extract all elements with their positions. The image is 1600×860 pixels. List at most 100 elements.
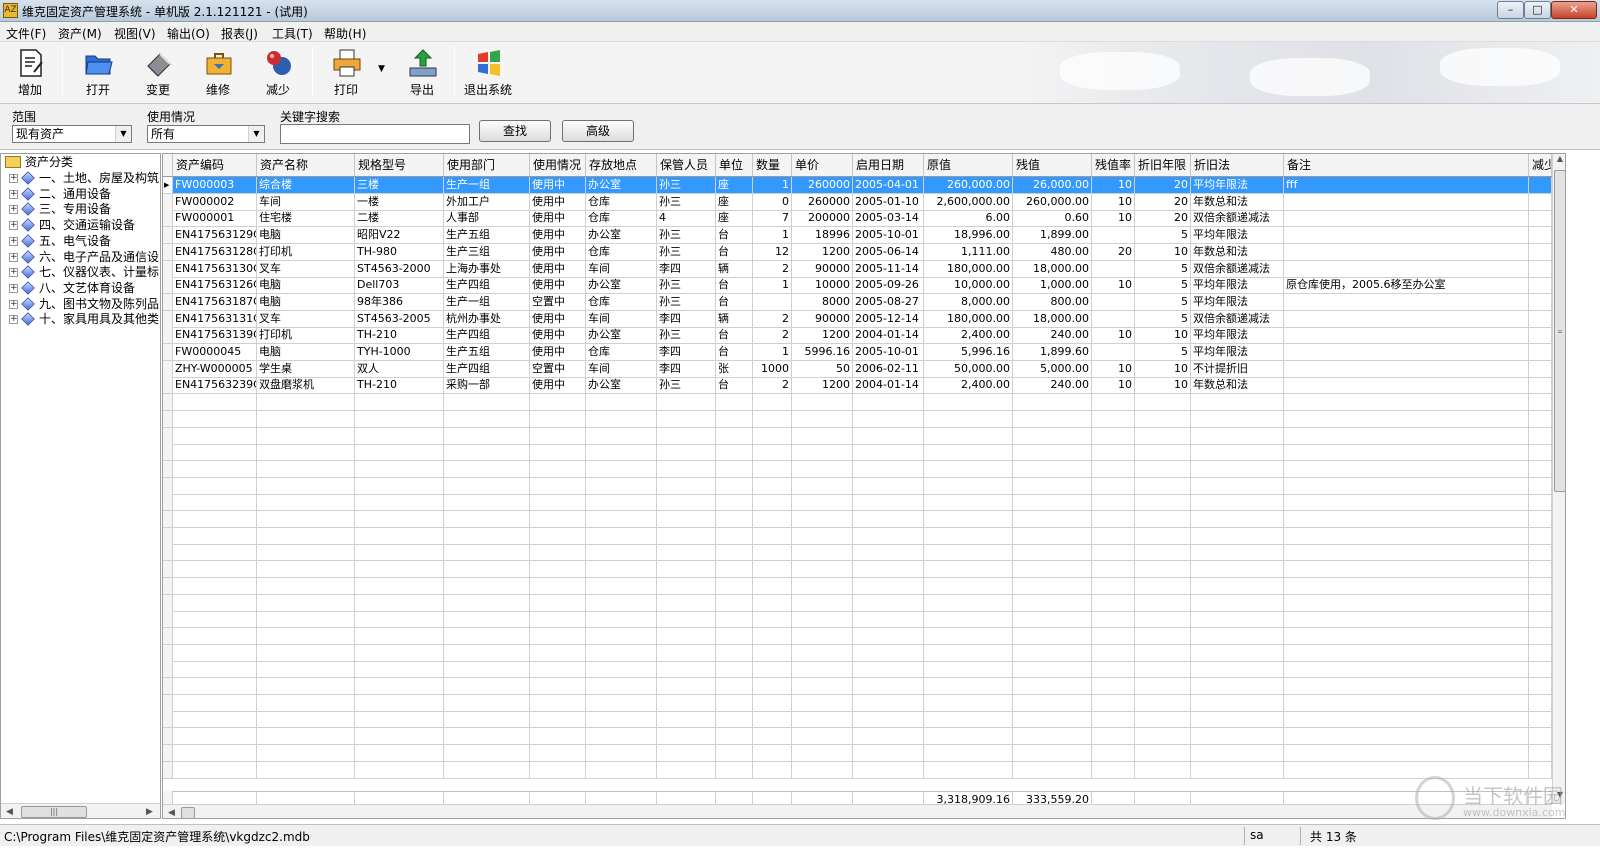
open-button[interactable]: 打开	[72, 44, 124, 100]
row-indicator[interactable]	[163, 293, 173, 311]
tree-item[interactable]: + 六、电子产品及通信设	[9, 249, 160, 265]
scroll-right-icon[interactable]: ▶	[141, 804, 158, 818]
expand-icon[interactable]: +	[9, 268, 18, 278]
row-indicator[interactable]	[163, 327, 173, 345]
tree-item[interactable]: + 三、专用设备	[9, 201, 160, 217]
row-indicator[interactable]	[163, 711, 173, 729]
expand-icon[interactable]: +	[9, 315, 18, 325]
scroll-thumb[interactable]: =	[1554, 170, 1565, 492]
tree-horizontal-scrollbar[interactable]: ◀ ||| ▶	[1, 803, 160, 818]
row-indicator[interactable]	[163, 577, 173, 595]
row-indicator[interactable]	[163, 527, 173, 545]
row-indicator[interactable]: ▶	[163, 177, 173, 194]
table-row[interactable]: EN417563239CN双盘磨浆机TH-210采购一部使用中办公室孙三台212…	[163, 377, 1553, 395]
exit-button[interactable]: 退出系统	[462, 44, 514, 100]
tree-item[interactable]: + 五、电气设备	[9, 233, 160, 249]
column-header[interactable]: 残值	[1013, 154, 1092, 176]
table-row[interactable]: EN417563131CN叉车ST4563-2005杭州办事处使用中车间李四辆2…	[163, 310, 1553, 328]
maximize-button[interactable]: □	[1524, 1, 1551, 19]
column-header[interactable]: 折旧法	[1191, 154, 1284, 176]
column-header[interactable]: 单位	[716, 154, 753, 176]
tree-item[interactable]: + 一、土地、房屋及构筑	[9, 170, 160, 186]
column-header[interactable]: 使用部门	[444, 154, 530, 176]
menu-file[interactable]: 文件(F)	[6, 25, 46, 42]
table-row[interactable]: FW000002 车间 一楼 外加工户 使用中 仓库 孙三座 0 260000 2005-01-1…	[163, 193, 1553, 211]
table-row[interactable]: FW0000045 电脑 TYH-1000 生产五组 使用中 仓库 李四台 1 5996.16 2…	[163, 344, 1553, 361]
table-row[interactable]: EN417563126CN电脑Dell703生产四组使用中办公室孙三台11000…	[163, 277, 1553, 295]
row-indicator[interactable]	[163, 193, 173, 211]
scroll-left-icon[interactable]: ◀	[163, 805, 180, 818]
tree-item[interactable]: + 七、仪器仪表、计量标	[9, 264, 160, 280]
row-indicator[interactable]	[163, 427, 173, 445]
menu-output[interactable]: 输出(O)	[167, 25, 210, 42]
add-button[interactable]: 增加	[4, 44, 56, 100]
scope-select[interactable]: 现有资产 ▼	[12, 125, 132, 143]
reduce-button[interactable]: 减少	[252, 44, 304, 100]
tree-item[interactable]: + 八、文艺体育设备	[9, 280, 160, 296]
expand-icon[interactable]: +	[9, 299, 18, 309]
row-indicator[interactable]	[163, 410, 173, 428]
row-indicator[interactable]	[163, 644, 173, 662]
print-button[interactable]: 打印	[320, 44, 372, 100]
expand-icon[interactable]: +	[9, 283, 18, 293]
menu-tools[interactable]: 工具(T)	[272, 25, 313, 42]
row-indicator[interactable]	[163, 377, 173, 395]
close-button[interactable]: ✕	[1551, 1, 1597, 19]
column-header[interactable]: 数量	[753, 154, 792, 176]
menu-asset[interactable]: 资产(M)	[58, 25, 102, 42]
tree-item[interactable]: + 四、交通运输设备	[9, 217, 160, 233]
column-header[interactable]: 残值率	[1092, 154, 1135, 176]
table-row[interactable]: ZHY-W000005 学生桌 双人 生产四组 空置中 车间 李四张 1000 50 2006-0…	[163, 360, 1553, 378]
row-indicator[interactable]	[163, 260, 173, 278]
menu-report[interactable]: 报表(J)	[221, 25, 258, 42]
row-indicator[interactable]	[163, 394, 173, 412]
table-row[interactable]: ▶ FW000003 综合楼 三楼 生产一组 使用中 办公室 孙三座 1 260000 2005-0…	[163, 177, 1553, 194]
menu-help[interactable]: 帮助(H)	[324, 25, 366, 42]
row-indicator[interactable]	[163, 243, 173, 261]
grid-vertical-scrollbar[interactable]: ▲ = ▼	[1552, 154, 1565, 804]
row-indicator[interactable]	[163, 310, 173, 328]
row-indicator[interactable]	[163, 627, 173, 645]
export-button[interactable]: 导出	[396, 44, 448, 100]
column-header[interactable]: 单价	[792, 154, 853, 176]
row-indicator[interactable]	[163, 661, 173, 679]
row-indicator[interactable]	[163, 210, 173, 228]
table-row[interactable]: FW000001 住宅楼 二楼 人事部 使用中 仓库 4 座 7 200000 2005-03-14…	[163, 210, 1553, 228]
column-header[interactable]: 规格型号	[355, 154, 444, 176]
expand-icon[interactable]: +	[9, 189, 18, 199]
row-indicator[interactable]	[163, 611, 173, 629]
expand-icon[interactable]: +	[9, 252, 18, 262]
column-header[interactable]: 减少	[1529, 154, 1552, 176]
scroll-thumb[interactable]	[181, 807, 195, 818]
row-indicator[interactable]	[163, 460, 173, 478]
advanced-button[interactable]: 高级	[562, 120, 634, 142]
column-header[interactable]: 资产名称	[257, 154, 355, 176]
row-indicator[interactable]	[163, 360, 173, 378]
grid-horizontal-scrollbar[interactable]: ◀	[163, 804, 1552, 818]
row-indicator[interactable]	[163, 344, 173, 361]
row-indicator[interactable]	[163, 561, 173, 579]
expand-icon[interactable]: +	[9, 205, 18, 215]
minimize-button[interactable]: –	[1497, 1, 1524, 19]
table-row[interactable]: EN417563130CN叉车ST4563-2000上海办事处使用中车间李四辆2…	[163, 260, 1553, 278]
column-header[interactable]: 备注	[1284, 154, 1529, 176]
scroll-left-icon[interactable]: ◀	[1, 804, 18, 818]
row-indicator[interactable]	[163, 227, 173, 245]
print-dropdown-arrow[interactable]: ▼	[378, 64, 385, 74]
row-indicator[interactable]	[163, 477, 173, 495]
row-indicator[interactable]	[163, 744, 173, 762]
column-header[interactable]: 保管人员	[657, 154, 716, 176]
scroll-up-icon[interactable]: ▲	[1553, 154, 1565, 163]
column-header[interactable]: 启用日期	[853, 154, 924, 176]
column-header[interactable]: 资产编码	[173, 154, 257, 176]
tree-root[interactable]: 资产分类	[5, 154, 160, 170]
table-row[interactable]: EN417563129CN电脑昭阳V22生产五组使用中办公室孙三台1189962…	[163, 227, 1553, 245]
column-header[interactable]: 使用情况	[530, 154, 586, 176]
row-indicator[interactable]	[163, 511, 173, 528]
keyword-input[interactable]	[280, 124, 470, 144]
row-indicator[interactable]	[163, 444, 173, 462]
row-indicator[interactable]	[163, 678, 173, 695]
change-button[interactable]: 变更	[132, 44, 184, 100]
repair-button[interactable]: 维修	[192, 44, 244, 100]
column-header[interactable]: 原值	[924, 154, 1013, 176]
